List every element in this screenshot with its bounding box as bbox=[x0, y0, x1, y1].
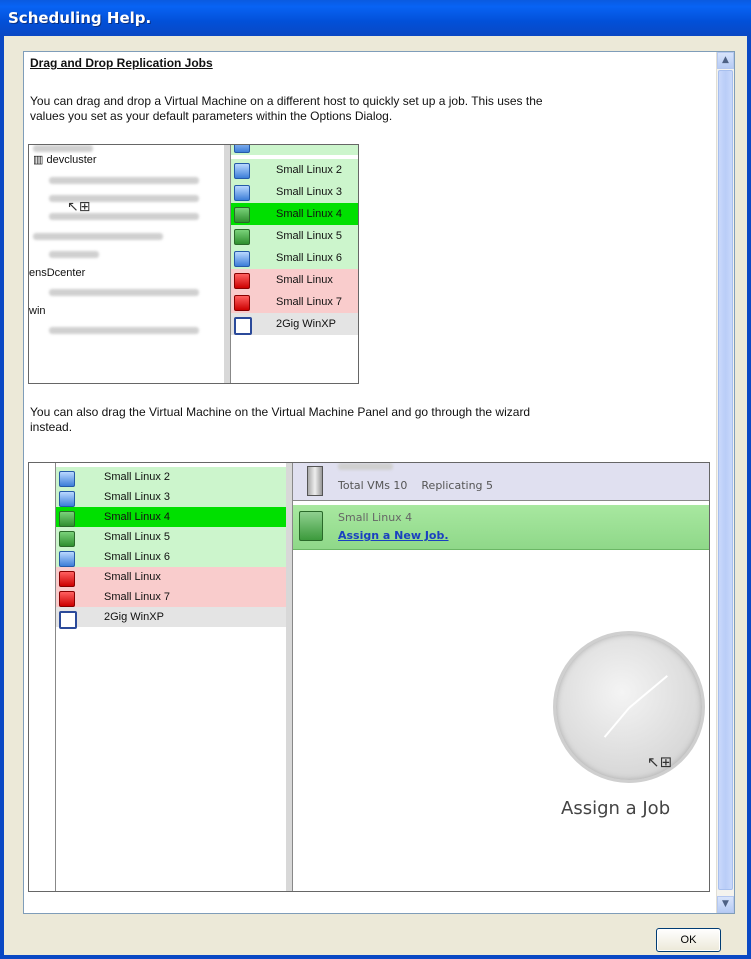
tree-node-devcluster: ▥ devcluster bbox=[33, 154, 97, 166]
help-paragraph-2-line-2: instead. bbox=[30, 420, 73, 434]
blurred-text bbox=[49, 177, 199, 184]
vertical-scrollbar[interactable]: ▲ ▼ bbox=[716, 52, 734, 913]
help-paragraph-1-line-1: You can drag and drop a Virtual Machine … bbox=[30, 94, 543, 108]
ok-button[interactable]: OK bbox=[656, 928, 721, 952]
scroll-thumb[interactable] bbox=[718, 70, 733, 890]
host-info: Total VMs 10 Replicating 5 bbox=[338, 479, 494, 492]
window-frame-left bbox=[0, 36, 4, 959]
vm-group-icon bbox=[234, 145, 250, 153]
vm-icon bbox=[299, 511, 323, 541]
vm-icon bbox=[234, 207, 250, 223]
clock-icon bbox=[553, 631, 705, 783]
vm-row-selected: Small Linux 4 bbox=[56, 507, 286, 527]
screenshot-drag-to-panel: Small Linux 2 Small Linux 3 Small Linux … bbox=[28, 462, 710, 892]
help-paragraph-2-line-1: You can also drag the Virtual Machine on… bbox=[30, 405, 531, 419]
vm-locked-icon bbox=[234, 295, 250, 311]
vm-row-partial bbox=[231, 145, 358, 155]
vm-row: 2Gig WinXP bbox=[231, 313, 358, 335]
window-title: Scheduling Help. bbox=[8, 9, 152, 27]
drag-cursor-icon: ↖⊞ bbox=[647, 753, 673, 771]
vm-list: Small Linux 2 Small Linux 3 Small Linux … bbox=[231, 145, 358, 383]
vm-row: Small Linux bbox=[56, 567, 286, 587]
vm-group-icon bbox=[59, 551, 75, 567]
selected-vm-card: Small Linux 4 Assign a New Job. bbox=[293, 505, 709, 550]
help-heading: Drag and Drop Replication Jobs bbox=[30, 56, 213, 70]
vm-row: Small Linux 5 bbox=[56, 527, 286, 547]
splitter bbox=[224, 145, 231, 383]
vm-group-icon bbox=[234, 251, 250, 267]
vm-row: Small Linux bbox=[231, 269, 358, 291]
clock-hand bbox=[628, 675, 668, 709]
vm-group-icon bbox=[59, 471, 75, 487]
vm-list: Small Linux 2 Small Linux 3 Small Linux … bbox=[55, 463, 287, 891]
vm-row: Small Linux 2 bbox=[56, 467, 286, 487]
vm-row: Small Linux 7 bbox=[231, 291, 358, 313]
vm-panel: Total VMs 10 Replicating 5 Small Linux 4… bbox=[293, 463, 709, 891]
vm-group-icon bbox=[234, 185, 250, 201]
assign-job-label: Assign a Job bbox=[561, 798, 671, 819]
server-icon bbox=[307, 466, 323, 496]
host-bar: Total VMs 10 Replicating 5 bbox=[293, 463, 709, 501]
vm-locked-icon bbox=[59, 571, 75, 587]
clock-hand bbox=[603, 707, 630, 738]
scroll-down-button[interactable]: ▼ bbox=[717, 896, 734, 913]
doc-icon bbox=[59, 611, 77, 629]
vm-row: Small Linux 3 bbox=[231, 181, 358, 203]
splitter bbox=[286, 463, 293, 891]
vm-row: Small Linux 3 bbox=[56, 487, 286, 507]
vm-icon bbox=[234, 229, 250, 245]
assign-new-job-link: Assign a New Job. bbox=[338, 529, 449, 542]
screenshot-drag-to-host: ▥ devcluster ensDcenter win ↖⊞ Small Lin… bbox=[28, 144, 359, 384]
blurred-text bbox=[49, 289, 199, 296]
selected-vm-name: Small Linux 4 bbox=[338, 511, 413, 524]
help-content-pane[interactable]: Drag and Drop Replication Jobs You can d… bbox=[23, 51, 735, 914]
vm-row: Small Linux 5 bbox=[231, 225, 358, 247]
help-paragraph-1-line-2: values you set as your default parameter… bbox=[30, 109, 393, 123]
vm-row: Small Linux 6 bbox=[56, 547, 286, 567]
tree-node-win: win bbox=[29, 305, 46, 317]
vm-locked-icon bbox=[59, 591, 75, 607]
vm-locked-icon bbox=[234, 273, 250, 289]
blurred-text bbox=[33, 233, 163, 240]
vm-row: 2Gig WinXP bbox=[56, 607, 286, 629]
window-frame-bottom bbox=[0, 955, 751, 959]
tree-node-ensdcenter: ensDcenter bbox=[29, 267, 86, 279]
blurred-text bbox=[338, 463, 393, 470]
window-frame-right bbox=[747, 36, 751, 959]
doc-icon bbox=[234, 317, 252, 335]
blurred-text bbox=[49, 327, 199, 334]
blurred-text bbox=[49, 251, 99, 258]
vm-row: Small Linux 2 bbox=[231, 159, 358, 181]
drag-cursor-icon: ↖⊞ bbox=[67, 199, 91, 215]
vm-row-selected: Small Linux 4 bbox=[231, 203, 358, 225]
vm-icon bbox=[59, 531, 75, 547]
vm-group-icon bbox=[59, 491, 75, 507]
vm-row: Small Linux 6 bbox=[231, 247, 358, 269]
vm-group-icon bbox=[234, 163, 250, 179]
title-bar: Scheduling Help. bbox=[0, 0, 751, 36]
vm-icon bbox=[59, 511, 75, 527]
blurred-text bbox=[33, 145, 93, 152]
vm-row: Small Linux 7 bbox=[56, 587, 286, 607]
host-tree: ▥ devcluster ensDcenter win ↖⊞ bbox=[29, 145, 225, 383]
scroll-up-button[interactable]: ▲ bbox=[717, 52, 734, 69]
